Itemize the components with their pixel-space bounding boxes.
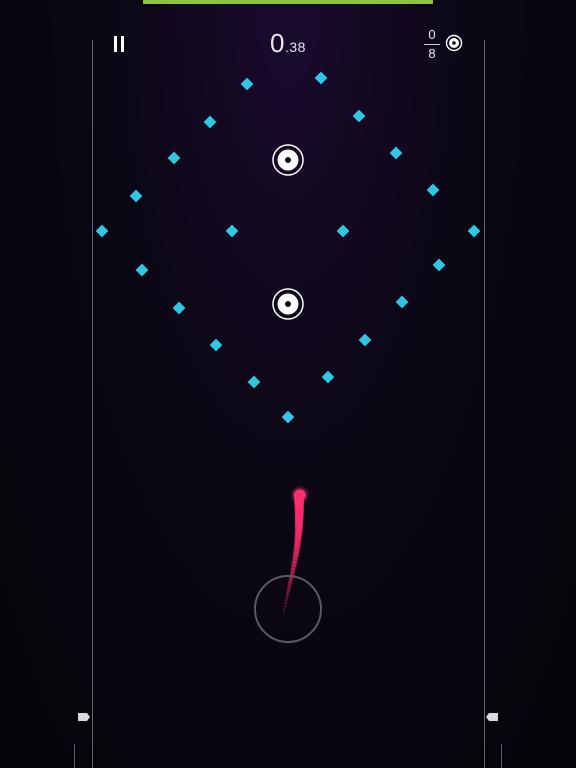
diamond-obstacle — [240, 77, 254, 91]
diamond-obstacle — [314, 71, 328, 85]
play-field — [95, 71, 481, 643]
diamond-obstacle — [432, 258, 446, 272]
ball-trail-dot — [282, 612, 285, 614]
diamond-obstacle — [95, 224, 109, 238]
diamond-obstacle — [321, 370, 335, 384]
diamond-obstacle — [203, 115, 217, 129]
ball-trail-dot — [284, 598, 288, 602]
ball-trail-dot — [283, 605, 287, 608]
diamond-obstacle — [389, 146, 403, 160]
diamond-obstacle — [358, 333, 372, 347]
diamond-obstacle — [467, 224, 481, 238]
ball-trail-dot — [286, 588, 291, 592]
diamond-obstacle — [172, 301, 186, 315]
diamond-obstacle — [247, 375, 261, 389]
ball-trail-dot — [285, 595, 289, 599]
target-icon — [272, 288, 304, 320]
ball-trail-dot — [284, 601, 288, 605]
diamond-obstacle — [426, 183, 440, 197]
diamond-obstacle — [225, 224, 239, 238]
diamond-obstacle — [395, 295, 409, 309]
target-icon — [272, 144, 304, 176]
ball-trail-dot — [286, 591, 290, 595]
diamond-obstacle — [135, 263, 149, 277]
diamond-obstacle — [281, 410, 295, 424]
diamond-obstacle — [336, 224, 350, 238]
diamond-obstacle — [167, 151, 181, 165]
ball — [294, 489, 306, 501]
diamond-obstacle — [209, 338, 223, 352]
diamond-obstacle — [352, 109, 366, 123]
diamond-obstacle — [129, 189, 143, 203]
ball-trail-dot — [283, 608, 286, 611]
